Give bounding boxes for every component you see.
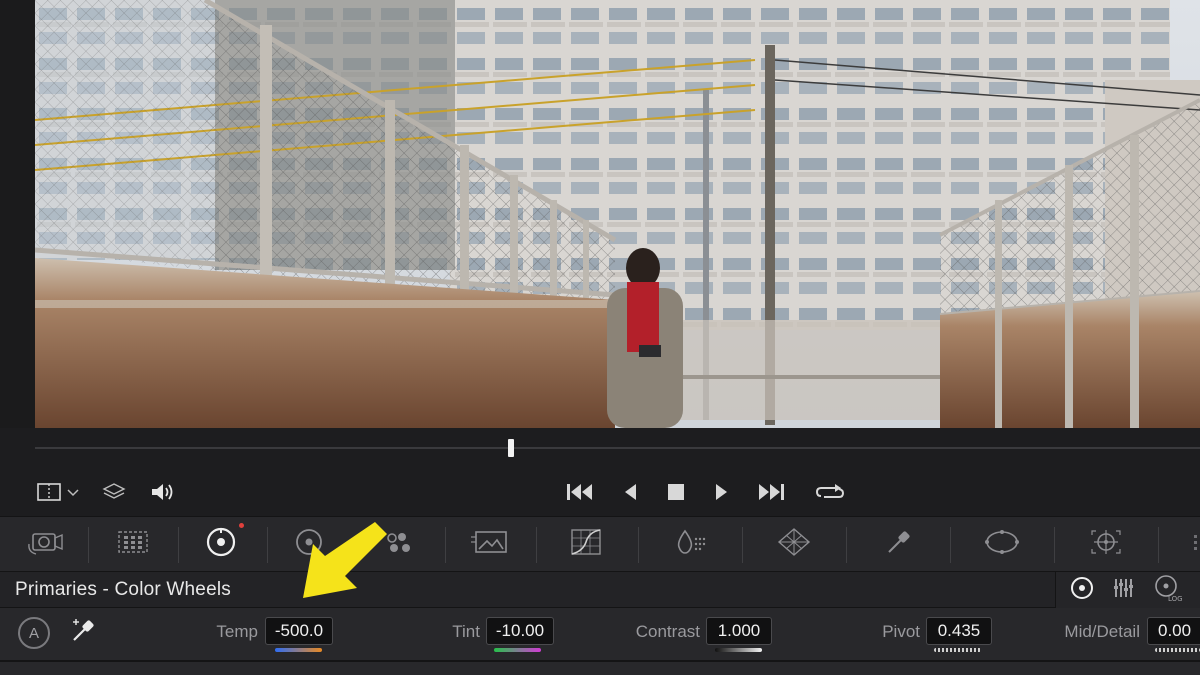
auto-balance-button[interactable]: A bbox=[18, 617, 50, 649]
loop-button[interactable] bbox=[812, 478, 848, 506]
temp-slider-indicator[interactable] bbox=[275, 648, 322, 652]
play-reverse-button[interactable] bbox=[618, 478, 642, 506]
middetail-slider-indicator[interactable] bbox=[1155, 648, 1200, 652]
palette-toolbar bbox=[0, 516, 1200, 572]
timeline-scrubber[interactable] bbox=[0, 428, 1200, 468]
annotation-arrow bbox=[295, 516, 395, 606]
power-window-icon bbox=[983, 527, 1021, 561]
tint-label: Tint bbox=[452, 622, 480, 641]
curves-button[interactable] bbox=[560, 517, 612, 571]
separator bbox=[445, 527, 446, 563]
curves-icon bbox=[569, 527, 603, 561]
bars-icon bbox=[1111, 576, 1137, 604]
wheel-mode-group: LOG bbox=[1055, 572, 1200, 608]
panel-header: Primaries - Color Wheels LOG bbox=[0, 572, 1200, 608]
layers-button[interactable] bbox=[100, 478, 128, 506]
white-balance-eyedropper-icon bbox=[69, 617, 97, 649]
separator bbox=[267, 527, 268, 563]
stop-icon bbox=[666, 482, 686, 502]
skip-back-icon bbox=[564, 481, 596, 503]
middetail-field[interactable]: 0.00 bbox=[1147, 617, 1200, 645]
separator bbox=[742, 527, 743, 563]
viewer-split-icon bbox=[36, 481, 66, 503]
camera-raw-icon bbox=[25, 526, 65, 562]
footage-frame[interactable] bbox=[35, 0, 1200, 428]
blur-button[interactable] bbox=[464, 517, 516, 571]
playhead-handle[interactable] bbox=[508, 439, 514, 457]
panel-title: Primaries - Color Wheels bbox=[15, 579, 231, 600]
power-window-button[interactable] bbox=[976, 517, 1028, 571]
divider bbox=[0, 660, 1200, 662]
color-wheels-button[interactable] bbox=[196, 517, 246, 571]
play-icon bbox=[713, 481, 731, 503]
chevron-down-icon bbox=[66, 487, 80, 497]
jump-to-end-button[interactable] bbox=[754, 478, 788, 506]
pivot-field[interactable]: 0.435 bbox=[926, 617, 992, 645]
jump-to-start-button[interactable] bbox=[563, 478, 597, 506]
separator bbox=[638, 527, 639, 563]
loop-icon bbox=[813, 480, 847, 504]
separator bbox=[178, 527, 179, 563]
separator bbox=[1158, 527, 1159, 563]
color-page: Primaries - Color Wheels LOG A Temp -500… bbox=[0, 0, 1200, 675]
tint-slider-indicator[interactable] bbox=[494, 648, 541, 652]
tracker-button[interactable] bbox=[1080, 517, 1132, 571]
color-warper-button[interactable] bbox=[768, 517, 820, 571]
separator bbox=[1054, 527, 1055, 563]
primaries-bars-mode-button[interactable] bbox=[1108, 572, 1140, 608]
separator bbox=[846, 527, 847, 563]
active-indicator-dot bbox=[239, 523, 244, 528]
pivot-label: Pivot bbox=[882, 622, 920, 641]
separator bbox=[88, 527, 89, 563]
play-button[interactable] bbox=[710, 478, 734, 506]
contrast-field[interactable]: 1.000 bbox=[706, 617, 772, 645]
tracker-target-icon bbox=[1088, 527, 1124, 561]
separator bbox=[950, 527, 951, 563]
svg-text:LOG: LOG bbox=[1168, 595, 1183, 603]
eyedropper-button[interactable] bbox=[872, 517, 924, 571]
log-wheel-icon: LOG bbox=[1152, 573, 1184, 607]
viewer-mode-button[interactable] bbox=[30, 478, 86, 506]
layers-icon bbox=[102, 481, 126, 503]
color-warper-icon bbox=[776, 526, 812, 562]
viewer bbox=[0, 0, 1200, 428]
qualifier-drop-icon bbox=[672, 527, 708, 561]
temp-label: Temp bbox=[216, 622, 258, 641]
audio-button[interactable] bbox=[148, 478, 178, 506]
stop-button[interactable] bbox=[662, 478, 690, 506]
color-match-button[interactable] bbox=[108, 517, 158, 571]
contrast-label: Contrast bbox=[635, 622, 700, 641]
blur-image-icon bbox=[470, 527, 510, 561]
pivot-slider-indicator[interactable] bbox=[934, 648, 981, 652]
play-reverse-icon bbox=[621, 481, 639, 503]
tint-field[interactable]: -10.00 bbox=[486, 617, 554, 645]
eyedropper-icon bbox=[883, 527, 913, 561]
contrast-slider-indicator[interactable] bbox=[715, 648, 762, 652]
color-wheel-icon bbox=[204, 525, 238, 563]
speaker-icon bbox=[149, 481, 177, 503]
primary-adjustments-bar: A Temp -500.0 Tint -10.00 Contrast 1.000… bbox=[0, 608, 1200, 675]
color-match-grid-icon bbox=[115, 527, 151, 561]
transport-bar bbox=[0, 468, 1200, 516]
qualifier-button[interactable] bbox=[664, 517, 716, 571]
log-wheels-mode-button[interactable]: LOG bbox=[1150, 572, 1186, 608]
white-balance-picker-button[interactable] bbox=[68, 618, 98, 648]
viewer-gutter bbox=[0, 0, 35, 428]
skip-forward-icon bbox=[755, 481, 787, 503]
more-tools-button[interactable] bbox=[1180, 517, 1200, 571]
temp-field[interactable]: -500.0 bbox=[265, 617, 333, 645]
camera-raw-button[interactable] bbox=[20, 517, 70, 571]
middetail-label: Mid/Detail bbox=[1064, 622, 1140, 641]
auto-balance-label: A bbox=[28, 624, 39, 642]
scrub-track[interactable] bbox=[35, 447, 1200, 449]
primaries-wheels-mode-button[interactable] bbox=[1066, 572, 1098, 608]
color-wheel-icon bbox=[1069, 575, 1095, 605]
dotted-grid-icon bbox=[1182, 527, 1198, 561]
separator bbox=[536, 527, 537, 563]
